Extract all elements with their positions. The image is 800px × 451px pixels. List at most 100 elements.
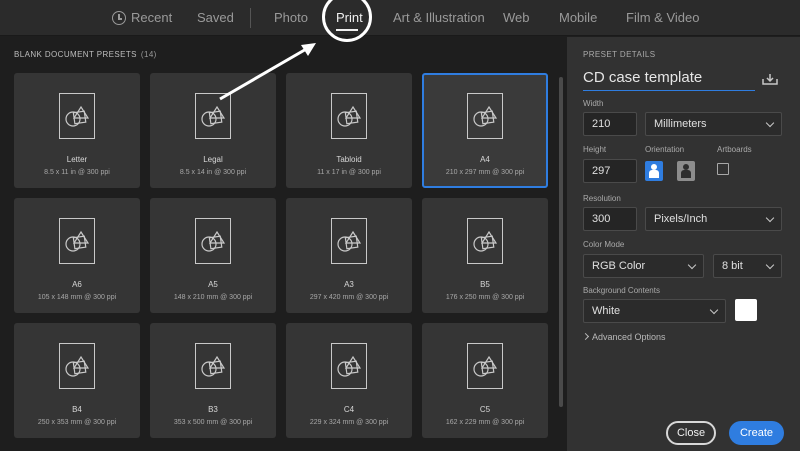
background-color-swatch[interactable] [735,299,757,321]
background-contents-value: White [592,305,621,317]
advanced-options-label: Advanced Options [592,332,666,342]
color-mode-value: RGB Color [592,260,646,272]
active-tab-indicator [336,29,358,31]
preset-name: Legal [203,155,223,164]
preset-size: 11 x 17 in @ 300 ppi [317,169,381,176]
document-shapes-icon [467,343,503,389]
orientation-label: Orientation [645,145,685,154]
tab-saved[interactable]: Saved [197,10,234,25]
portrait-icon-body [649,170,659,178]
tab-mobile[interactable]: Mobile [559,10,597,25]
preset-size: 8.5 x 11 in @ 300 ppi [44,169,110,176]
background-contents-select[interactable]: White [583,299,726,323]
document-shapes-icon [59,218,95,264]
document-shapes-icon [195,343,231,389]
document-shapes-icon [59,93,95,139]
tab-photo[interactable]: Photo [274,10,308,25]
preset-name: A6 [72,280,82,289]
color-mode-label: Color Mode [583,240,625,249]
resolution-unit-value: Pixels/Inch [654,213,708,225]
preset-card-b3[interactable]: B3 353 x 500 mm @ 300 ppi [150,323,276,438]
document-shapes-icon [59,343,95,389]
chevron-down-icon [765,118,775,128]
preset-name: Letter [66,155,88,164]
preset-name: B4 [72,405,82,414]
tab-web[interactable]: Web [503,10,530,25]
preset-size: 176 x 250 mm @ 300 ppi [445,294,525,301]
preset-size: 162 x 229 mm @ 300 ppi [445,419,525,426]
bit-depth-value: 8 bit [722,260,743,272]
document-shapes-icon [331,218,367,264]
resolution-label: Resolution [583,194,621,203]
preset-card-tabloid[interactable]: Tabloid 11 x 17 in @ 300 ppi [286,73,412,188]
create-button[interactable]: Create [729,421,784,445]
clock-icon [112,11,126,25]
background-contents-label: Background Contents [583,286,660,295]
preset-card-a4[interactable]: A4 210 x 297 mm @ 300 ppi [422,73,548,188]
close-button[interactable]: Close [666,421,716,445]
document-name-input[interactable]: CD case template [583,69,755,91]
presets-scrollbar[interactable] [559,77,563,407]
resolution-input[interactable]: 300 [583,207,637,231]
preset-size: 105 x 148 mm @ 300 ppi [37,294,117,301]
tab-recent[interactable]: Recent [131,10,172,25]
width-unit-select[interactable]: Millimeters [645,112,782,136]
preset-details-title: PRESET DETAILS [583,50,656,59]
tab-print[interactable]: Print [336,10,363,25]
preset-size: 353 x 500 mm @ 300 ppi [173,419,253,426]
height-label: Height [583,145,607,154]
preset-card-legal[interactable]: Legal 8.5 x 14 in @ 300 ppi [150,73,276,188]
preset-card-a3[interactable]: A3 297 x 420 mm @ 300 ppi [286,198,412,313]
preset-size: 229 x 324 mm @ 300 ppi [309,419,389,426]
preset-name: B5 [480,280,490,289]
tab-film-video[interactable]: Film & Video [626,10,699,25]
document-shapes-icon [331,93,367,139]
presets-panel: BLANK DOCUMENT PRESETS (14) Letter 8.5 x 1… [0,37,566,451]
preset-card-b5[interactable]: B5 176 x 250 mm @ 300 ppi [422,198,548,313]
preset-size: 210 x 297 mm @ 300 ppi [445,169,525,176]
preset-name: A3 [344,280,354,289]
preset-size: 297 x 420 mm @ 300 ppi [309,294,389,301]
chevron-right-icon [581,332,590,341]
artboards-checkbox[interactable] [717,163,729,175]
resolution-unit-select[interactable]: Pixels/Inch [645,207,782,231]
preset-name: Tabloid [336,155,362,164]
preset-card-a5[interactable]: A5 148 x 210 mm @ 300 ppi [150,198,276,313]
preset-name: B3 [208,405,218,414]
document-shapes-icon [331,343,367,389]
preset-name: C4 [343,405,355,414]
chevron-down-icon [687,260,697,270]
preset-card-c4[interactable]: C4 229 x 324 mm @ 300 ppi [286,323,412,438]
portrait-orientation-button[interactable] [645,161,663,181]
presets-header: BLANK DOCUMENT PRESETS (14) [14,50,157,59]
preset-name: A5 [208,280,218,289]
preset-size: 250 x 353 mm @ 300 ppi [37,419,117,426]
landscape-orientation-button[interactable] [677,161,695,181]
preset-card-a6[interactable]: A6 105 x 148 mm @ 300 ppi [14,198,140,313]
category-tab-bar: Recent Saved Photo Print Art & Illustrat… [0,0,800,36]
presets-count: (14) [140,50,157,59]
chevron-down-icon [765,260,775,270]
document-shapes-icon [467,218,503,264]
tab-art-illustration[interactable]: Art & Illustration [393,10,485,25]
presets-header-label: BLANK DOCUMENT PRESETS [14,50,137,59]
document-shapes-icon [195,93,231,139]
preset-size: 148 x 210 mm @ 300 ppi [173,294,253,301]
chevron-down-icon [709,305,719,315]
tab-divider [250,8,251,28]
preset-card-b4[interactable]: B4 250 x 353 mm @ 300 ppi [14,323,140,438]
save-preset-icon[interactable] [762,73,778,85]
preset-card-c5[interactable]: C5 162 x 229 mm @ 300 ppi [422,323,548,438]
chevron-down-icon [765,213,775,223]
bit-depth-select[interactable]: 8 bit [713,254,782,278]
advanced-options-toggle[interactable]: Advanced Options [581,332,666,342]
artboards-label: Artboards [717,145,752,154]
color-mode-select[interactable]: RGB Color [583,254,704,278]
landscape-icon-body [681,170,691,178]
width-label: Width [583,99,604,108]
preset-card-letter[interactable]: Letter 8.5 x 11 in @ 300 ppi [14,73,140,188]
preset-size: 8.5 x 14 in @ 300 ppi [179,169,247,176]
document-shapes-icon [195,218,231,264]
width-input[interactable]: 210 [583,112,637,136]
height-input[interactable]: 297 [583,159,637,183]
